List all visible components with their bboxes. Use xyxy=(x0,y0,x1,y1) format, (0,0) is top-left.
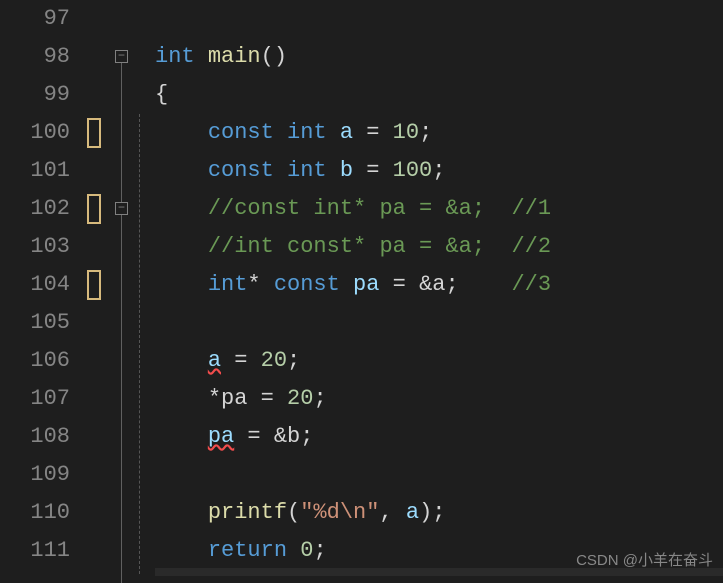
identifier-main: main xyxy=(208,44,261,69)
indent-guide-line xyxy=(139,114,140,574)
deref-pa: *pa xyxy=(208,386,248,411)
keyword-const: const xyxy=(208,120,274,145)
fold-column: − − xyxy=(115,0,135,576)
code-area[interactable]: int main() { const int a = 10; const int… xyxy=(155,0,723,576)
line-number: 97 xyxy=(0,0,70,38)
error-identifier: a xyxy=(208,348,221,373)
comment: //const int* pa = &a; //1 xyxy=(208,196,551,221)
code-line[interactable] xyxy=(155,304,723,342)
change-marker-icon xyxy=(87,118,101,148)
address-of-a: &a xyxy=(419,272,445,297)
fold-collapse-icon[interactable]: − xyxy=(115,202,128,215)
code-line[interactable]: *pa = 20; xyxy=(155,380,723,418)
code-line[interactable]: { xyxy=(155,76,723,114)
line-number: 98 xyxy=(0,38,70,76)
identifier-pa: pa xyxy=(353,272,379,297)
code-line[interactable]: int* const pa = &a; //3 xyxy=(155,266,723,304)
line-number: 111 xyxy=(0,532,70,570)
line-number-gutter: 97 98 99 100 101 102 103 104 105 106 107… xyxy=(0,0,85,576)
line-number: 110 xyxy=(0,494,70,532)
identifier-a: a xyxy=(340,120,353,145)
code-line[interactable]: printf("%d\n", a); xyxy=(155,494,723,532)
code-line[interactable]: const int a = 10; xyxy=(155,114,723,152)
code-line[interactable]: //int const* pa = &a; //2 xyxy=(155,228,723,266)
line-number: 108 xyxy=(0,418,70,456)
indent-guide-column xyxy=(135,0,155,576)
number-literal: 10 xyxy=(393,120,419,145)
code-line[interactable]: int main() xyxy=(155,38,723,76)
pointer-star: * xyxy=(247,272,260,297)
code-editor[interactable]: 97 98 99 100 101 102 103 104 105 106 107… xyxy=(0,0,723,576)
fold-guide-line xyxy=(121,63,122,583)
keyword-return: return xyxy=(208,538,287,563)
watermark-text: CSDN @小羊在奋斗 xyxy=(576,549,713,570)
string-literal: "%d\n" xyxy=(300,500,379,525)
brace-open: { xyxy=(155,82,168,107)
call-printf: printf xyxy=(208,500,287,525)
line-number: 103 xyxy=(0,228,70,266)
line-number: 104 xyxy=(0,266,70,304)
line-number: 100 xyxy=(0,114,70,152)
keyword-int: int xyxy=(155,44,195,69)
line-number: 107 xyxy=(0,380,70,418)
address-of-b: &b xyxy=(274,424,300,449)
error-identifier: pa xyxy=(208,424,234,449)
line-number: 105 xyxy=(0,304,70,342)
line-number: 99 xyxy=(0,76,70,114)
code-line[interactable]: a = 20; xyxy=(155,342,723,380)
change-marker-icon xyxy=(87,270,101,300)
code-line[interactable]: //const int* pa = &a; //1 xyxy=(155,190,723,228)
change-marker-icon xyxy=(87,194,101,224)
fold-collapse-icon[interactable]: − xyxy=(115,50,128,63)
code-line[interactable]: pa = &b; xyxy=(155,418,723,456)
line-number: 101 xyxy=(0,152,70,190)
comment: //3 xyxy=(511,272,551,297)
code-line[interactable] xyxy=(155,456,723,494)
comment: //int const* pa = &a; //2 xyxy=(208,234,551,259)
change-marker-column xyxy=(85,0,115,576)
identifier-b: b xyxy=(340,158,353,183)
number-literal: 100 xyxy=(393,158,433,183)
code-line[interactable]: const int b = 100; xyxy=(155,152,723,190)
code-line[interactable] xyxy=(155,0,723,38)
line-number: 109 xyxy=(0,456,70,494)
line-number: 102 xyxy=(0,190,70,228)
line-number: 106 xyxy=(0,342,70,380)
